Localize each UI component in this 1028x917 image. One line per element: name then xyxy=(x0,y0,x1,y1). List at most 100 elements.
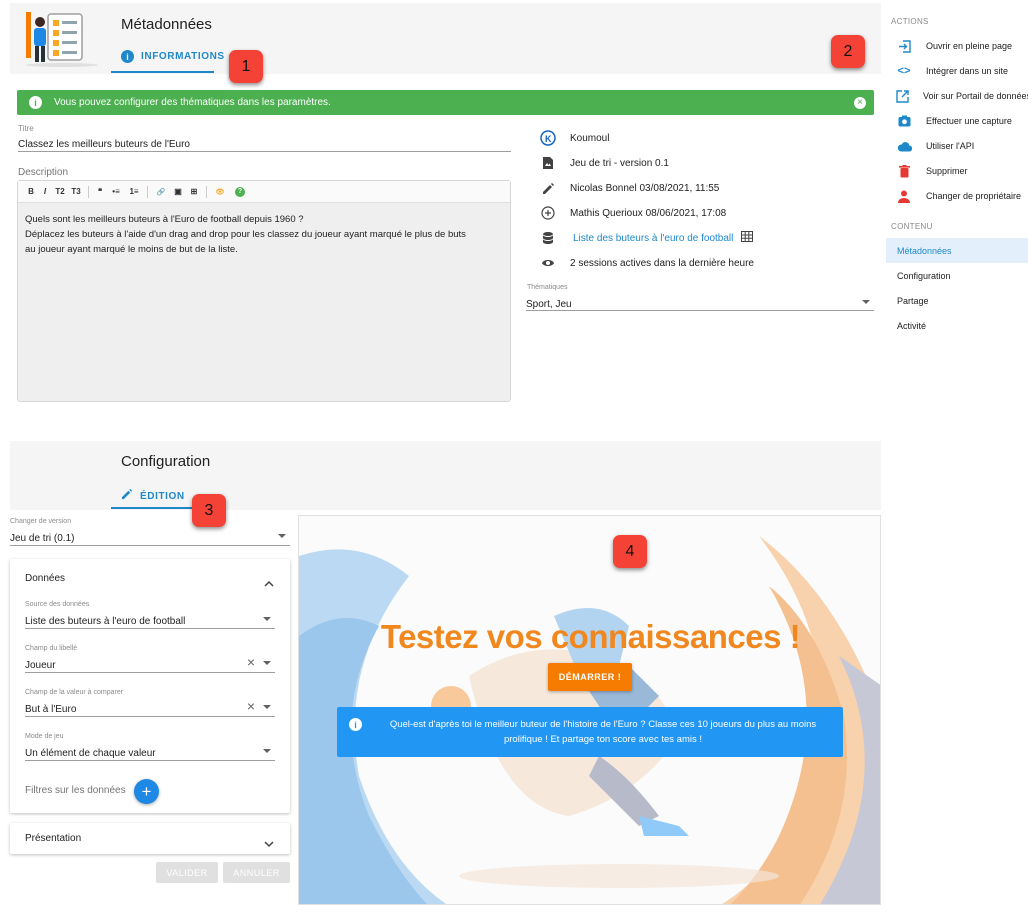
description-text: Quels sont les meilleurs buteurs à l'Eur… xyxy=(18,203,510,257)
pencil-icon xyxy=(540,180,556,196)
champ-libelle-label: Champ du libellé xyxy=(25,645,78,652)
description-line: Déplacez les buteurs à l'aide d'un drag … xyxy=(25,229,466,240)
mode-label: Mode de jeu xyxy=(25,733,64,740)
help-icon[interactable]: ? xyxy=(235,186,245,197)
bullet-list-button[interactable]: •≡ xyxy=(107,187,125,196)
updated-row: Nicolas Bonnel 03/08/2021, 11:55 xyxy=(540,180,875,196)
quote-button[interactable]: ❝ xyxy=(93,187,107,196)
heading3-button[interactable]: T3 xyxy=(68,187,84,196)
plus-circle-icon xyxy=(540,205,556,221)
table-icon[interactable]: ⊞ xyxy=(186,187,202,196)
toolbar-divider xyxy=(147,185,148,198)
clear-icon[interactable]: × xyxy=(247,699,255,713)
editor-toolbar: B I T2 T3 ❝ •≡ 1≡ 🔗 ▣ ⊞ 👁 ? xyxy=(18,181,510,203)
contenu-item-configuration[interactable]: Configuration xyxy=(897,271,951,281)
chevron-up-icon xyxy=(264,574,274,592)
donnees-panel-header[interactable]: Données xyxy=(10,566,290,590)
actions-section-title: ACTIONS xyxy=(891,17,929,26)
filtres-label: Filtres sur les données xyxy=(25,785,126,796)
champ-valeur-value: But à l'Euro xyxy=(25,704,77,715)
action-delete[interactable]: Supprimer xyxy=(896,163,1026,179)
preview-info-box: i Quel-est d'après toi le meilleur buteu… xyxy=(337,707,843,757)
metadata-header xyxy=(10,3,881,74)
contenu-label: Métadonnées xyxy=(897,245,952,256)
app-file-icon xyxy=(540,155,556,171)
contenu-item-activite[interactable]: Activité xyxy=(897,321,926,331)
created-row: Mathis Querioux 08/06/2021, 17:08 xyxy=(540,205,875,221)
clear-icon[interactable]: × xyxy=(247,655,255,669)
valider-button[interactable]: VALIDER xyxy=(156,862,218,883)
description-editor[interactable]: B I T2 T3 ❝ •≡ 1≡ 🔗 ▣ ⊞ 👁 ? Quels sont l… xyxy=(17,180,511,402)
tab-informations[interactable]: i INFORMATIONS xyxy=(121,50,225,63)
open-in-new-icon xyxy=(896,88,909,104)
add-filter-button[interactable]: + xyxy=(134,779,159,804)
action-label: Supprimer xyxy=(926,166,968,176)
chevron-down-icon xyxy=(263,705,271,709)
badge-3: 3 xyxy=(192,494,226,527)
image-icon[interactable]: ▣ xyxy=(170,187,186,196)
app-preview[interactable]: Testez vos connaissances ! DÉMARRER ! i … xyxy=(298,515,881,905)
sessions-text: 2 sessions actives dans la dernière heur… xyxy=(570,257,754,269)
link-icon[interactable]: 🔗 xyxy=(152,188,170,196)
action-portal[interactable]: Voir sur Portail de données ... xyxy=(896,88,1028,104)
source-value: Liste des buteurs à l'euro de football xyxy=(25,616,186,627)
annuler-button[interactable]: ANNULER xyxy=(223,862,290,883)
sessions-row: 2 sessions actives dans la dernière heur… xyxy=(540,255,875,271)
source-select[interactable]: Liste des buteurs à l'euro de football xyxy=(25,611,275,629)
version-select[interactable]: Jeu de tri (0.1) xyxy=(10,528,290,546)
app-text: Jeu de tri - version 0.1 xyxy=(570,157,669,169)
toolbar-divider xyxy=(88,185,89,198)
owner-row: K Koumoul xyxy=(540,130,875,146)
eye-icon xyxy=(540,255,556,271)
champ-valeur-select[interactable]: But à l'Euro × xyxy=(25,699,275,717)
contenu-item-partage[interactable]: Partage xyxy=(897,296,929,306)
start-button[interactable]: DÉMARRER ! xyxy=(548,663,632,691)
tab-informations-label: INFORMATIONS xyxy=(141,51,225,62)
table-view-icon[interactable] xyxy=(741,231,754,245)
metadata-illustration xyxy=(22,10,102,68)
action-embed[interactable]: <> Intégrer dans un site xyxy=(896,63,1026,79)
badge-1: 1 xyxy=(229,50,263,83)
titre-input[interactable]: Classez les meilleurs buteurs de l'Euro xyxy=(18,134,511,152)
alert-info-icon: i xyxy=(29,96,42,109)
contenu-item-metadonnees[interactable]: Métadonnées xyxy=(886,238,1028,263)
preview-eye-icon[interactable]: 👁 xyxy=(211,188,229,196)
chevron-down-icon xyxy=(862,300,870,304)
action-label: Utiliser l'API xyxy=(926,141,975,151)
mode-select[interactable]: Un élément de chaque valeur xyxy=(25,743,275,761)
champ-libelle-select[interactable]: Joueur × xyxy=(25,655,275,673)
chevron-down-icon xyxy=(263,749,271,753)
presentation-panel[interactable]: Présentation xyxy=(10,823,290,854)
preview-info-line: Quel-est d'après toi le meilleur buteur … xyxy=(389,719,817,730)
plus-icon: + xyxy=(141,782,152,801)
dataset-row[interactable]: Liste des buteurs à l'euro de football xyxy=(540,230,875,246)
owner-text: Koumoul xyxy=(570,132,610,144)
italic-button[interactable]: I xyxy=(38,187,52,196)
action-api[interactable]: Utiliser l'API xyxy=(896,138,1026,154)
tab-edition-label: ÉDITION xyxy=(140,490,185,502)
created-text: Mathis Querioux 08/06/2021, 17:08 xyxy=(570,207,727,219)
person-icon xyxy=(896,188,912,204)
cloud-icon xyxy=(896,138,912,154)
titre-label: Titre xyxy=(18,124,34,133)
champ-libelle-value: Joueur xyxy=(25,660,56,671)
alert-close-icon[interactable]: × xyxy=(854,96,866,109)
action-capture[interactable]: Effectuer une capture xyxy=(896,113,1026,129)
tab-edition[interactable]: ÉDITION xyxy=(121,487,185,505)
action-change-owner[interactable]: Changer de propriétaire xyxy=(896,188,1026,204)
numbered-list-button[interactable]: 1≡ xyxy=(125,187,143,196)
info-icon: i xyxy=(349,718,362,731)
bold-button[interactable]: B xyxy=(24,187,38,196)
database-icon xyxy=(540,230,556,246)
heading2-button[interactable]: T2 xyxy=(52,187,68,196)
description-line: au joueur ayant marqué le moins de but d… xyxy=(25,244,238,255)
dataset-link[interactable]: Liste des buteurs à l'euro de football xyxy=(573,233,733,244)
champ-valeur-label: Champ de la valeur à comparer xyxy=(25,689,124,696)
mode-value: Un élément de chaque valeur xyxy=(25,748,156,759)
thematiques-select[interactable]: Sport, Jeu xyxy=(526,294,874,311)
action-open-fullpage[interactable]: Ouvrir en pleine page xyxy=(896,38,1026,54)
titre-value: Classez les meilleurs buteurs de l'Euro xyxy=(18,139,190,150)
presentation-title: Présentation xyxy=(25,833,82,844)
contenu-section-title: CONTENU xyxy=(891,222,933,231)
trash-icon xyxy=(896,163,912,179)
